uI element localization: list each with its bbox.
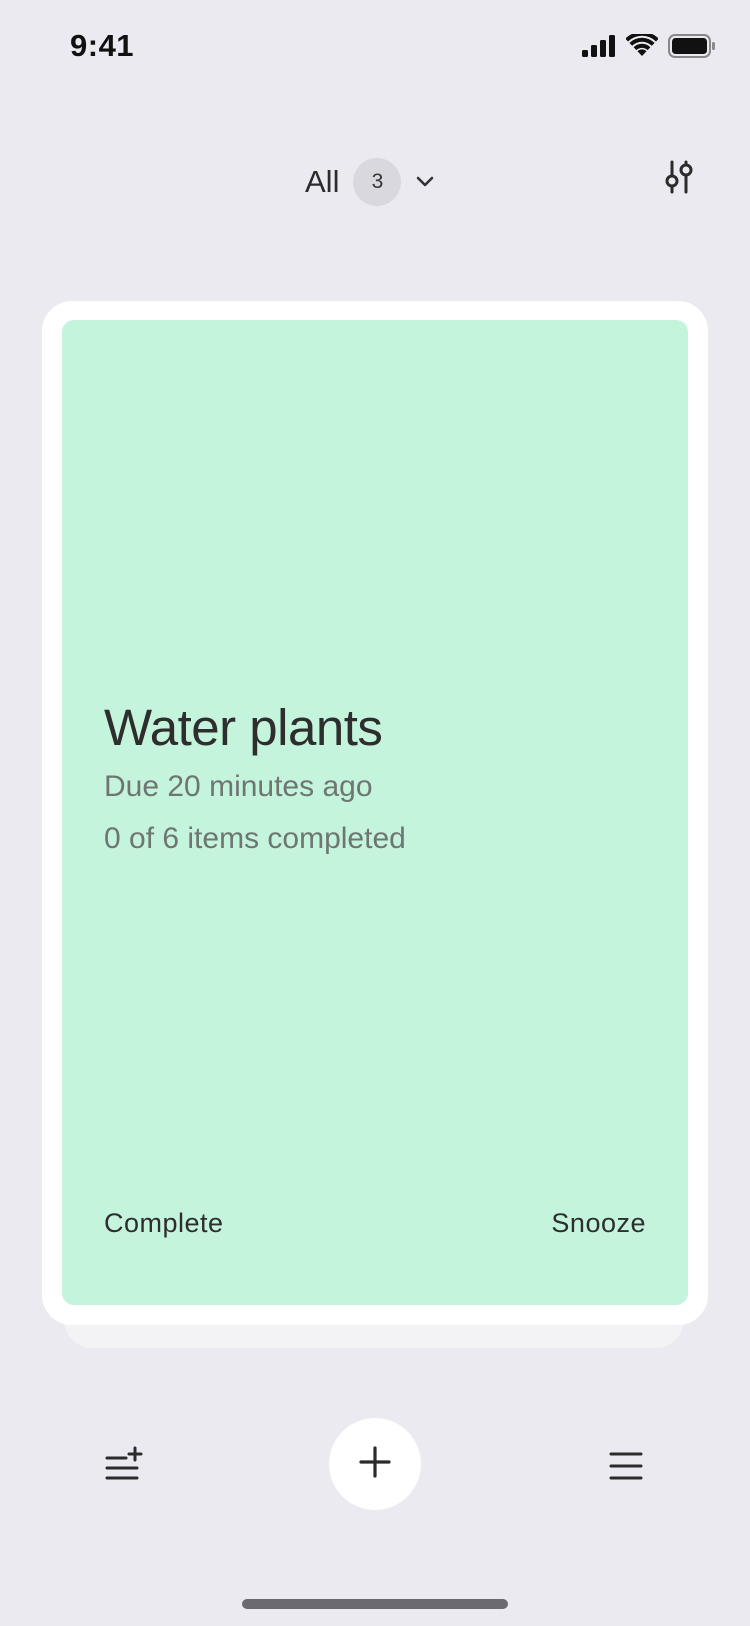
add-list-button[interactable] — [104, 1446, 144, 1486]
chevron-down-icon — [413, 170, 437, 194]
wifi-icon — [625, 31, 659, 63]
add-task-button[interactable] — [329, 1418, 421, 1510]
filter-dropdown[interactable]: All 3 — [305, 154, 437, 210]
menu-button[interactable] — [608, 1448, 644, 1484]
status-time: 9:41 — [70, 28, 135, 63]
snooze-button[interactable]: Snooze — [551, 1208, 646, 1239]
home-indicator — [242, 1599, 508, 1609]
task-progress-text: 0 of 6 items completed — [104, 822, 406, 855]
filter-label: All — [305, 164, 340, 199]
task-due-text: Due 20 minutes ago — [104, 770, 373, 803]
task-title: Water plants — [104, 699, 383, 756]
cellular-signal-icon — [582, 35, 616, 62]
task-card-body: Water plants Due 20 minutes ago 0 of 6 i… — [62, 320, 688, 1305]
complete-button[interactable]: Complete — [104, 1208, 224, 1239]
battery-icon — [668, 34, 716, 63]
hamburger-menu-icon — [608, 1452, 644, 1488]
status-bar: 9:41 — [0, 0, 750, 100]
sliders-icon — [664, 160, 696, 199]
count-badge: 3 — [353, 158, 402, 206]
plus-icon — [358, 1445, 392, 1484]
task-card[interactable]: Water plants Due 20 minutes ago 0 of 6 i… — [42, 301, 708, 1325]
filter-settings-button[interactable] — [660, 158, 700, 200]
add-list-icon — [104, 1446, 144, 1490]
status-icons — [582, 31, 716, 63]
